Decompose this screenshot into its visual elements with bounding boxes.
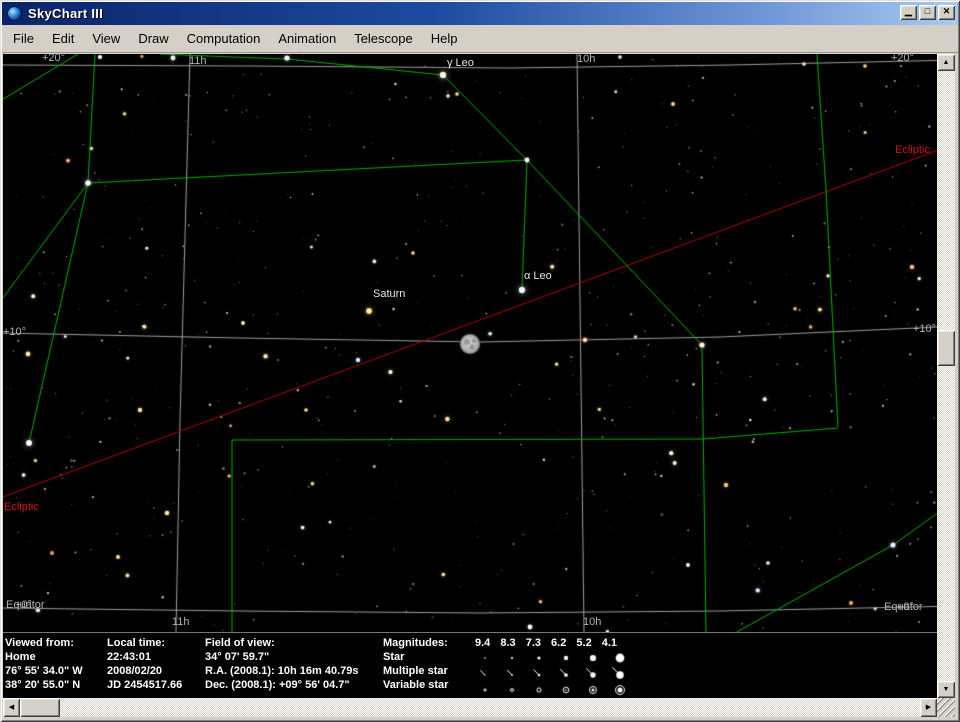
- maximize-button[interactable]: □: [919, 5, 936, 20]
- scroll-up-button[interactable]: ▲: [937, 54, 955, 71]
- viewed-from-header: Viewed from:: [5, 637, 74, 649]
- menu-item-telescope[interactable]: Telescope: [345, 29, 422, 48]
- menu-bar: File Edit View Draw Computation Animatio…: [2, 25, 958, 53]
- window-title: SkyChart III: [28, 6, 104, 21]
- local-time-clock: 22:43:01: [107, 651, 152, 663]
- menu-item-file[interactable]: File: [4, 29, 43, 48]
- legend-variable-star-label: Variable star: [383, 679, 449, 691]
- menu-item-view[interactable]: View: [83, 29, 129, 48]
- minimize-button[interactable]: ▁: [900, 5, 917, 20]
- scroll-left-button[interactable]: ◀: [3, 698, 20, 717]
- vertical-scrollbar[interactable]: ▲ ▼: [937, 54, 955, 698]
- scroll-right-button[interactable]: ▶: [920, 698, 937, 717]
- title-bar[interactable]: SkyChart III ▁ □ ✕: [2, 2, 958, 25]
- vertical-scroll-thumb[interactable]: [937, 330, 955, 366]
- declination-value: Dec. (2008.1): +09° 56' 04.7": [205, 679, 350, 691]
- menu-item-help[interactable]: Help: [422, 29, 467, 48]
- viewed-from-longitude: 76° 55' 34.0" W: [5, 665, 83, 677]
- menu-item-draw[interactable]: Draw: [129, 29, 177, 48]
- magnitudes-header: Magnitudes:: [383, 637, 448, 649]
- status-bar: Viewed from: Home 76° 55' 34.0" W 38° 20…: [3, 632, 937, 698]
- local-time-header: Local time:: [107, 637, 166, 649]
- menu-item-animation[interactable]: Animation: [269, 29, 345, 48]
- menu-item-edit[interactable]: Edit: [43, 29, 83, 48]
- right-ascension-value: R.A. (2008.1): 10h 16m 40.79s: [205, 665, 359, 677]
- app-icon[interactable]: [7, 6, 22, 21]
- legend-star-label: Star: [383, 651, 405, 663]
- julian-date: JD 2454517.66: [107, 679, 183, 691]
- local-time-date: 2008/02/20: [107, 665, 163, 677]
- viewed-from-location: Home: [5, 651, 36, 663]
- resize-grip[interactable]: [937, 698, 955, 717]
- app-window: SkyChart III ▁ □ ✕ File Edit View Draw C…: [0, 0, 960, 722]
- magnitude-symbols: [473, 649, 633, 697]
- sky-chart-canvas[interactable]: [3, 54, 937, 632]
- menu-item-computation[interactable]: Computation: [178, 29, 270, 48]
- magnitude-values: 9.4 8.3 7.3 6.2 5.2 4.1: [475, 637, 618, 649]
- horizontal-scrollbar[interactable]: ◀ ▶: [3, 698, 937, 717]
- viewed-from-latitude: 38° 20' 55.0" N: [5, 679, 81, 691]
- scroll-down-button[interactable]: ▼: [937, 681, 955, 698]
- star-chart[interactable]: +20° 11h γ Leo 10h +20° Ecliptic α Leo Saturn +1…: [3, 54, 937, 632]
- close-button[interactable]: ✕: [938, 5, 955, 20]
- horizontal-scroll-thumb[interactable]: [20, 698, 60, 717]
- legend-multiple-star-label: Multiple star: [383, 665, 448, 677]
- field-of-view-value: 34° 07' 59.7": [205, 651, 270, 663]
- field-of-view-header: Field of view:: [205, 637, 275, 649]
